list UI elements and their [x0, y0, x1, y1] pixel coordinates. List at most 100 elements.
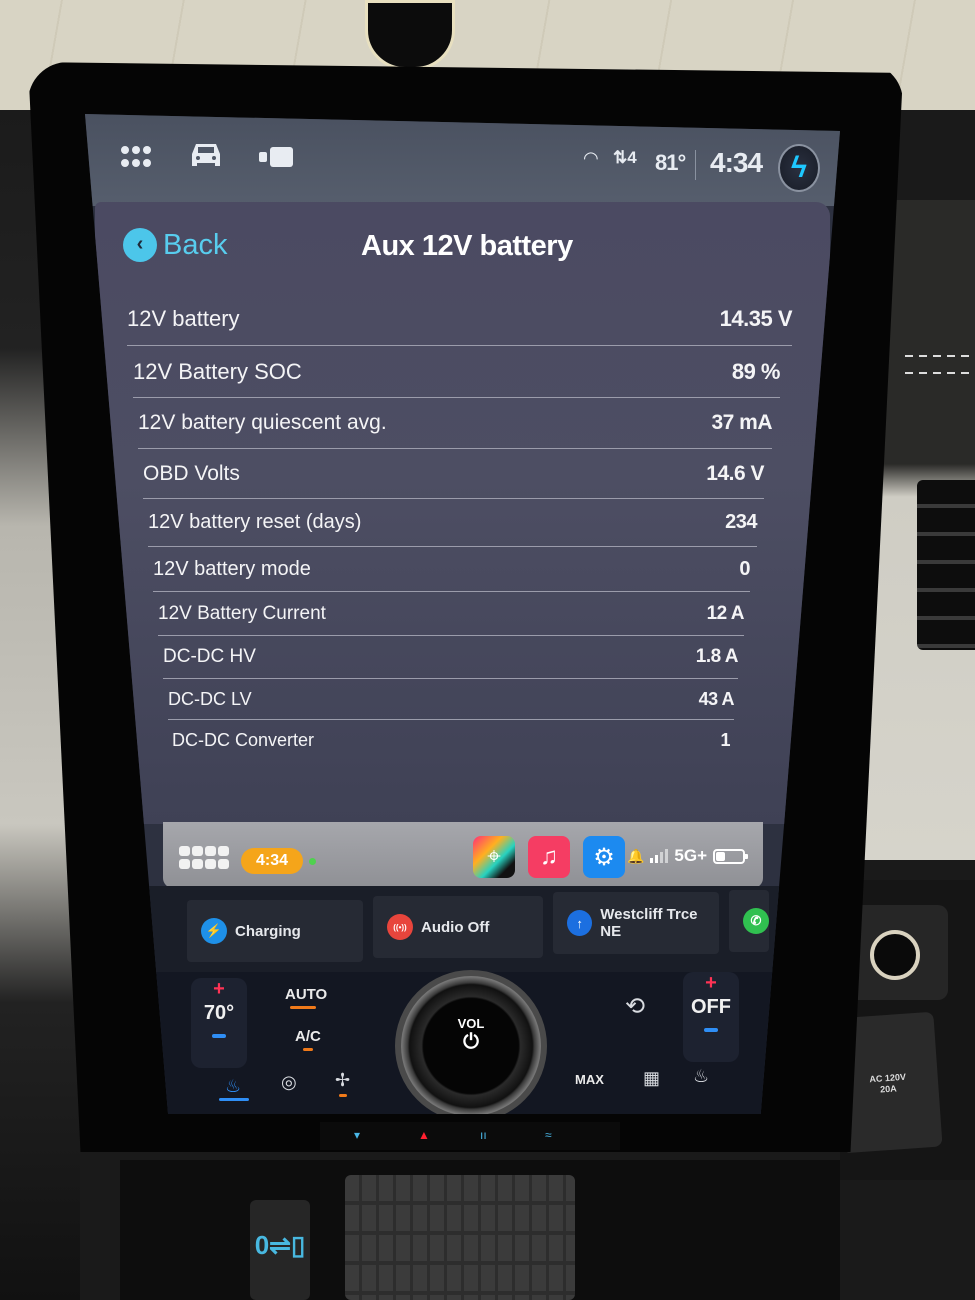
row-value: 12 A [706, 602, 745, 624]
passenger-seat-icon[interactable]: ♨ [693, 1066, 709, 1087]
table-row: 12V battery reset (days) 234 [148, 499, 757, 547]
network-type: 5G+ [674, 846, 707, 865]
row-value: 43 A [698, 688, 735, 709]
cellular-signal-icon [650, 849, 669, 863]
row-value: 89 % [731, 358, 781, 384]
volume-label: VOL [457, 1016, 485, 1031]
dock-bar: 4:34 ⌖ ♫ ⚙ 🔔 5G+ [163, 822, 763, 888]
row-label: 12V battery mode [153, 557, 311, 580]
row-label: 12V Battery Current [158, 602, 326, 624]
audio-widget[interactable]: ((•)) Audio Off [373, 896, 543, 958]
interior-camera [365, 0, 455, 70]
seat-heat-level [219, 1098, 249, 1101]
navigation-widget[interactable]: ↑ Westcliff Trce NE [553, 892, 719, 954]
wifi-icon: ◠ [583, 148, 599, 168]
heated-steering-icon[interactable]: ◎ [281, 1072, 297, 1093]
fan-indicator [339, 1094, 347, 1097]
temp-down-button[interactable] [704, 1028, 718, 1032]
dash-stitching [905, 372, 975, 374]
table-row: OBD Volts 14.6 V [143, 449, 764, 499]
widget-label: Westcliff Trce NE [600, 906, 698, 940]
row-value: 234 [725, 511, 757, 533]
table-row: 12V battery quiescent avg. 37 mA [138, 398, 772, 449]
row-label: DC-DC LV [168, 688, 252, 709]
hazard-button[interactable]: ▲ [418, 1128, 430, 1142]
phone-icon: ✆ [743, 908, 769, 934]
vehicle-icon[interactable] [189, 140, 223, 170]
ac-indicator [303, 1048, 313, 1051]
max-defrost-button[interactable]: MAX [575, 1072, 604, 1087]
row-value: 14.35 V [719, 305, 793, 331]
row-value: 0 [739, 557, 750, 580]
infotainment-screen: ◠ ⇅4 81° 4:34 ϟ ‹ Back Aux 12V battery 1… [85, 114, 840, 1114]
ev-charging-icon: ⚡ [201, 918, 227, 944]
ac-button[interactable]: A/C [295, 1028, 321, 1045]
music-app-icon[interactable]: ♫ [528, 836, 570, 878]
power-socket [870, 930, 920, 980]
back-label: Back [163, 228, 228, 261]
passenger-temperature-control[interactable]: + OFF [683, 972, 739, 1062]
power-icon: ⏻ [463, 1031, 479, 1053]
dash-stitching [905, 355, 975, 357]
row-label: 12V Battery SOC [133, 358, 302, 384]
usb-port-icon: 0⇌▯ [250, 1200, 310, 1300]
battery-icon [713, 848, 748, 864]
data-transfer-icon: ⇅4 [613, 148, 637, 167]
table-row: DC-DC LV 43 A [168, 679, 735, 720]
temp-up-button[interactable]: + [683, 972, 739, 994]
bell-icon: 🔔 [626, 847, 645, 864]
back-button[interactable]: ‹ Back [123, 228, 227, 262]
temp-down-button[interactable] [212, 1034, 226, 1038]
charging-widget[interactable]: ⚡ Charging [187, 900, 363, 962]
rear-defrost-button[interactable]: ıı [480, 1128, 487, 1142]
radio-broadcast-icon: ((•)) [387, 914, 413, 940]
signal-bar [660, 852, 664, 863]
heated-seat-icon[interactable]: ♨ [225, 1076, 241, 1097]
chevron-left-icon: ‹ [123, 228, 157, 262]
table-row: DC-DC Converter 1 [172, 720, 730, 760]
row-value: 1.8 A [695, 646, 739, 667]
table-row: 12V Battery SOC 89 % [133, 346, 781, 398]
climate-controls: + 70° AUTO A/C VOL ⏻ ⟲ + OFF ♨ ◎ ✢ MAX ▦… [85, 970, 840, 1114]
table-row: 12V Battery Current 12 A [158, 592, 745, 636]
app-pane: ‹ Back Aux 12V battery 12V battery 14.35 … [95, 202, 830, 824]
front-defrost-button[interactable]: ▾ [354, 1128, 360, 1142]
auto-climate-button[interactable]: AUTO [285, 986, 327, 1003]
signal-bar [650, 858, 654, 863]
row-label: 12V battery quiescent avg. [138, 411, 387, 434]
table-row: 12V battery 14.35 V [127, 292, 793, 346]
volume-knob[interactable]: VOL ⏻ [395, 970, 547, 1114]
status-divider [695, 150, 696, 180]
widget-label: Audio Off [421, 918, 490, 936]
fan-button[interactable]: ≈ [545, 1128, 552, 1142]
row-value: 1 [720, 729, 730, 750]
live-indicator-dot [309, 858, 316, 865]
signal-bar [655, 855, 659, 863]
rear-defrost-icon[interactable]: ▦ [643, 1068, 660, 1089]
obd-engine-app-icon[interactable]: ⚙ [583, 836, 625, 878]
widget-bar: ⚡ Charging ((•)) Audio Off ↑ Westcliff T… [85, 886, 840, 972]
widget-label: Charging [235, 922, 301, 940]
air-recirculation-icon[interactable]: ⟲ [625, 992, 645, 1021]
driver-temperature: 70° [203, 1002, 235, 1024]
row-label: OBD Volts [143, 461, 240, 485]
signal-bar [665, 849, 669, 863]
maps-app-icon[interactable]: ⌖ [473, 836, 515, 878]
row-label: 12V battery [127, 305, 240, 331]
driver-temperature-control[interactable]: + 70° [191, 978, 247, 1068]
row-label: 12V battery reset (days) [148, 511, 362, 533]
air-vent [917, 480, 975, 650]
phone-widget[interactable]: ✆ [729, 890, 769, 952]
table-row: DC-DC HV 1.8 A [163, 636, 739, 679]
lightning-bolt-icon[interactable]: ϟ [778, 144, 820, 192]
outside-temperature: 81° [655, 150, 686, 175]
app-launcher-icon[interactable] [179, 846, 231, 870]
temp-up-button[interactable]: + [191, 978, 247, 1000]
row-label: DC-DC Converter [172, 729, 315, 750]
apps-grid-icon[interactable] [121, 146, 151, 168]
wireless-charging-pad [345, 1175, 575, 1300]
row-value: 14.6 V [706, 461, 764, 485]
hardware-button-strip: ▾ ▲ ıı ≈ [320, 1122, 620, 1150]
fan-icon[interactable]: ✢ [335, 1070, 350, 1091]
camera-icon[interactable] [259, 146, 293, 168]
